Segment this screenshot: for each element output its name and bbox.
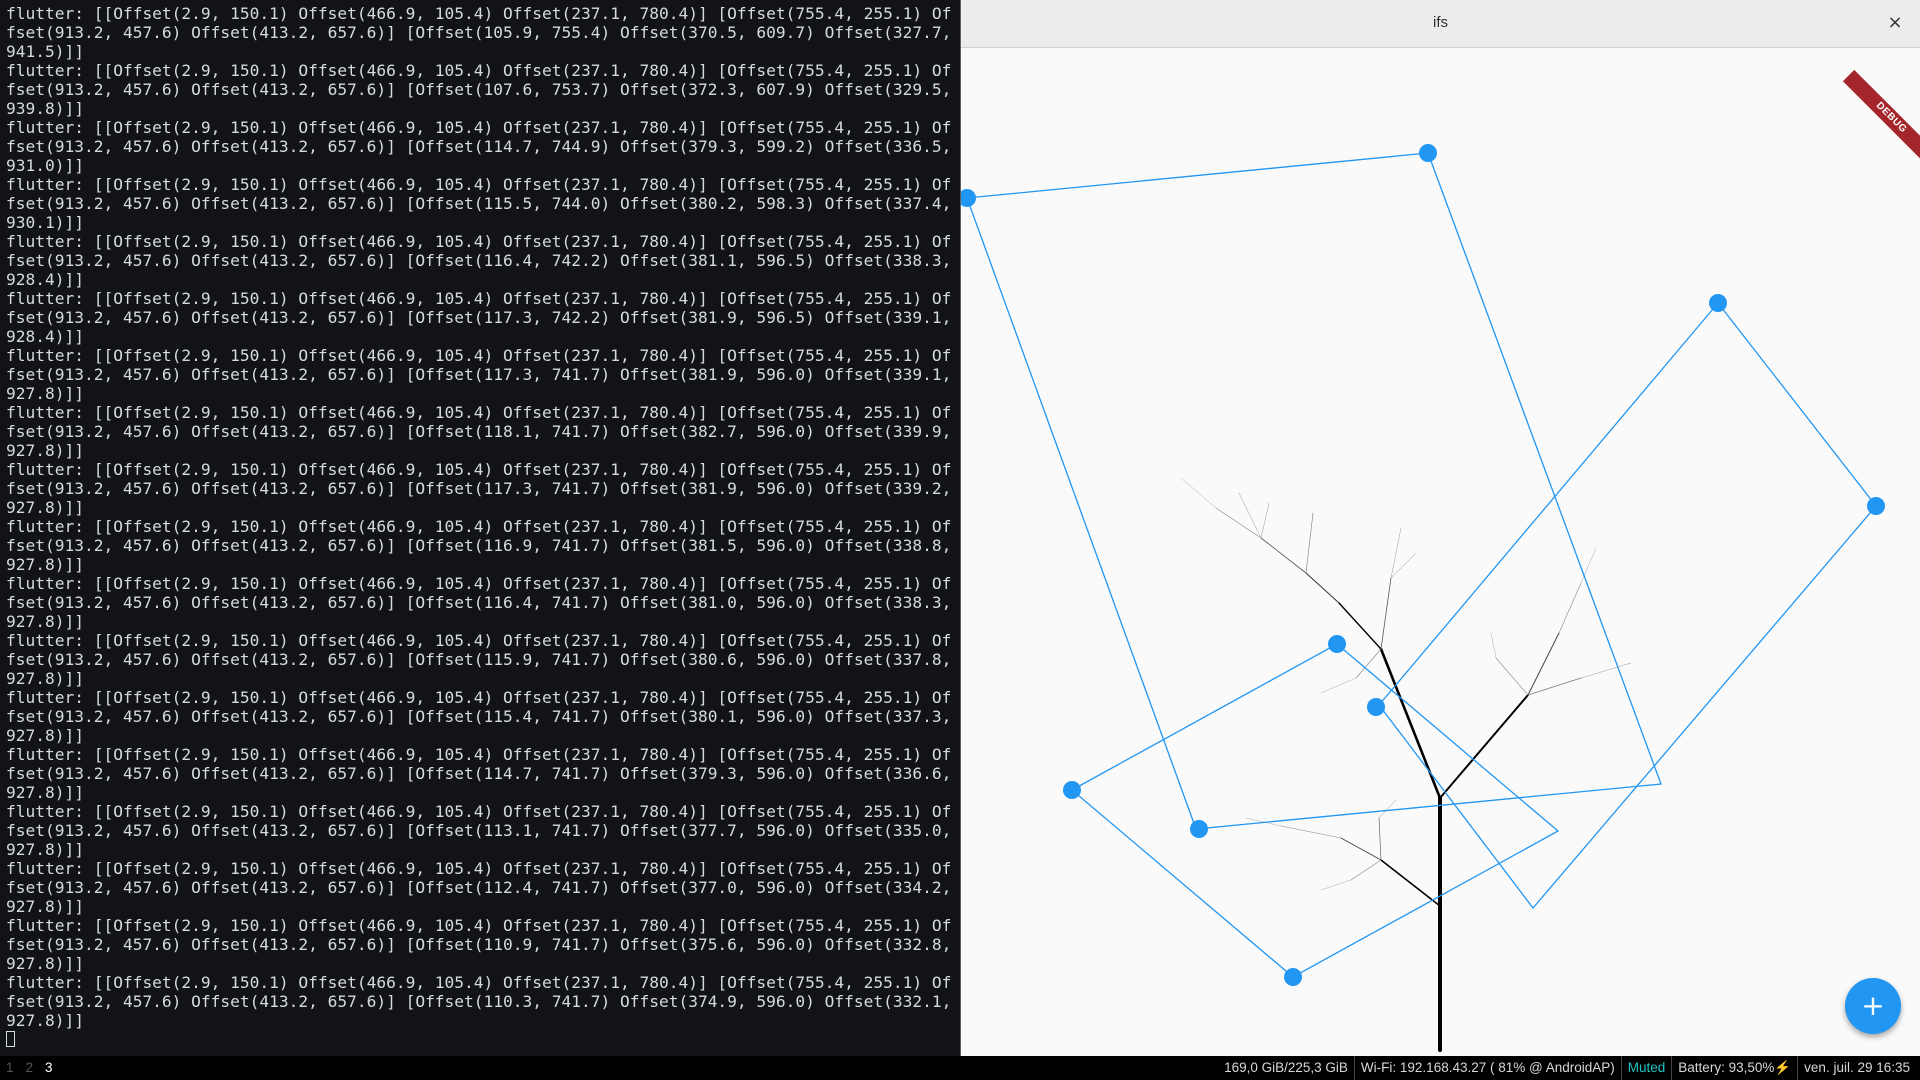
audio-status: Muted [1620, 1056, 1672, 1080]
tree-branch [1378, 799, 1397, 819]
tree-branch [1580, 662, 1632, 679]
tree-branch [1260, 537, 1307, 574]
transform-frame-3 [1070, 643, 1560, 978]
fractal-tree [1180, 477, 1632, 1052]
wifi-status: Wi-Fi: 192.168.43.27 ( 81% @ AndroidAP) [1353, 1056, 1621, 1080]
tree-branch [1390, 527, 1402, 579]
terminal-line: flutter: [[Offset(2.9, 150.1) Offset(466… [6, 916, 952, 973]
workspace-1[interactable]: 1 [6, 1056, 14, 1080]
tree-branch [1439, 694, 1529, 799]
status-right: 169,0 GiB/225,3 GiB Wi-Fi: 192.168.43.27 … [1218, 1056, 1916, 1080]
tree-branch [1527, 632, 1560, 696]
tree-branch [1495, 657, 1529, 696]
control-point[interactable] [1419, 144, 1437, 162]
ifs-canvas[interactable]: DEBUG + [961, 48, 1920, 1056]
status-bar: 123 169,0 GiB/225,3 GiB Wi-Fi: 192.168.43… [0, 1056, 1920, 1080]
workspace-3[interactable]: 3 [45, 1056, 53, 1080]
tree-branch [1305, 512, 1314, 574]
terminal-output: flutter: [[Offset(2.9, 150.1) Offset(466… [6, 4, 956, 1049]
control-point[interactable] [1063, 781, 1081, 799]
window-title: ifs [1433, 14, 1448, 31]
ifs-drawing [961, 144, 1885, 1052]
tree-branch [1378, 817, 1382, 861]
workspace-switcher: 123 [6, 1056, 65, 1080]
tree-branch [1238, 492, 1262, 539]
tree-branch [1490, 632, 1497, 659]
control-point[interactable] [1190, 820, 1208, 838]
tree-branch [1350, 859, 1382, 881]
tree-branch [1280, 825, 1342, 839]
tree-branch [1558, 582, 1582, 634]
control-point[interactable] [961, 189, 976, 207]
tree-branch [1180, 477, 1217, 509]
terminal-line: flutter: [[Offset(2.9, 150.1) Offset(466… [6, 631, 952, 688]
tree-branch [1390, 552, 1417, 579]
terminal-line: flutter: [[Offset(2.9, 150.1) Offset(466… [6, 517, 952, 574]
terminal-pane[interactable]: flutter: [[Offset(2.9, 150.1) Offset(466… [0, 0, 960, 1056]
battery-status: Battery: 93,50%⚡ [1671, 1056, 1797, 1080]
tree-branch [1580, 547, 1597, 584]
tree-branch [1380, 859, 1441, 907]
terminal-line: flutter: [[Offset(2.9, 150.1) Offset(466… [6, 4, 952, 61]
control-point[interactable] [1328, 635, 1346, 653]
terminal-line: flutter: [[Offset(2.9, 150.1) Offset(466… [6, 232, 952, 289]
app-window: ifs × DEBUG + [960, 0, 1920, 1056]
tree-branch [1380, 577, 1392, 650]
tree-branch [1215, 507, 1262, 539]
add-transform-button[interactable]: + [1845, 978, 1901, 1034]
terminal-line: flutter: [[Offset(2.9, 150.1) Offset(466… [6, 574, 952, 631]
terminal-line: flutter: [[Offset(2.9, 150.1) Offset(466… [6, 688, 952, 745]
terminal-line: flutter: [[Offset(2.9, 150.1) Offset(466… [6, 289, 952, 346]
tree-branch [1260, 502, 1270, 539]
disk-usage: 169,0 GiB/225,3 GiB [1224, 1060, 1348, 1075]
tree-branch [1305, 572, 1340, 604]
transform-frames [966, 152, 1877, 978]
tree-branch [1527, 677, 1582, 696]
control-point[interactable] [1284, 968, 1302, 986]
terminal-line: flutter: [[Offset(2.9, 150.1) Offset(466… [6, 346, 952, 403]
terminal-cursor [6, 1031, 15, 1047]
clock: ven. juil. 29 16:35 [1797, 1056, 1916, 1080]
terminal-line: flutter: [[Offset(2.9, 150.1) Offset(466… [6, 859, 952, 916]
tree-branch [1340, 837, 1382, 861]
tree-branch [1320, 879, 1352, 891]
transform-frame-2 [1378, 301, 1877, 910]
terminal-line: flutter: [[Offset(2.9, 150.1) Offset(466… [6, 118, 952, 175]
tree-branch [1320, 677, 1357, 694]
terminal-line: flutter: [[Offset(2.9, 150.1) Offset(466… [6, 460, 952, 517]
terminal-line: flutter: [[Offset(2.9, 150.1) Offset(466… [6, 61, 952, 118]
terminal-line: flutter: [[Offset(2.9, 150.1) Offset(466… [6, 973, 952, 1030]
terminal-line: flutter: [[Offset(2.9, 150.1) Offset(466… [6, 175, 952, 232]
window-titlebar[interactable]: ifs × [961, 0, 1920, 48]
control-point[interactable] [1367, 698, 1385, 716]
transform-frame-1 [966, 152, 1662, 830]
terminal-line: flutter: [[Offset(2.9, 150.1) Offset(466… [6, 802, 952, 859]
control-point[interactable] [1867, 497, 1885, 515]
workspace-2[interactable]: 2 [26, 1056, 34, 1080]
terminal-line: flutter: [[Offset(2.9, 150.1) Offset(466… [6, 745, 952, 802]
terminal-line: flutter: [[Offset(2.9, 150.1) Offset(466… [6, 403, 952, 460]
control-point[interactable] [1709, 294, 1727, 312]
close-button[interactable]: × [1882, 10, 1908, 36]
